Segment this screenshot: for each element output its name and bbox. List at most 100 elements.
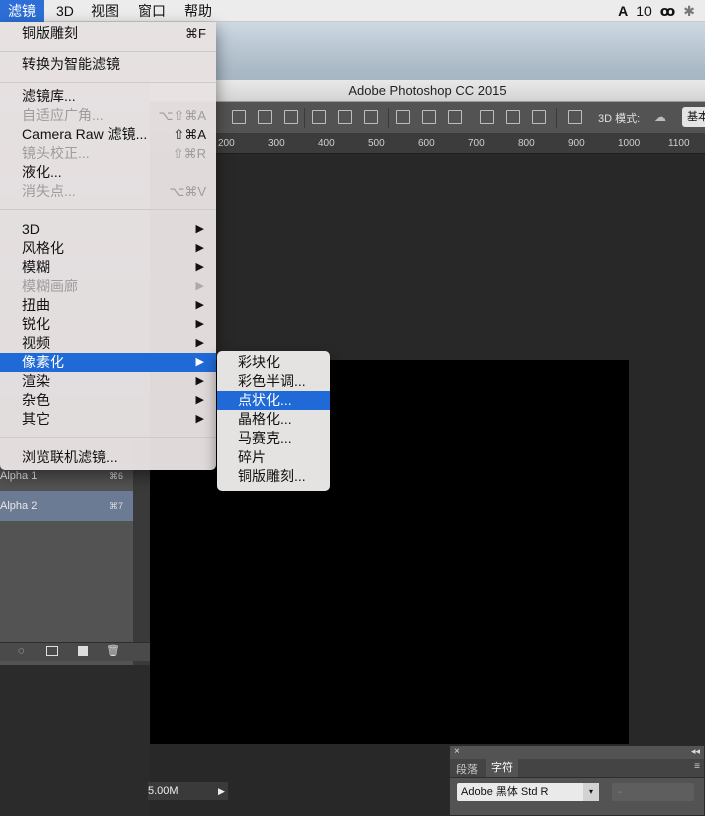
trash-icon[interactable]: 🗑	[106, 644, 120, 657]
close-icon[interactable]: ×	[454, 746, 460, 757]
menubar: 滤镜 3D 视图 窗口 帮助 A 10 ꝏ ✱	[0, 0, 705, 22]
menu-item-blur[interactable]: 模糊 ▶	[0, 258, 216, 277]
chevron-down-icon: ▾	[583, 783, 599, 801]
menu-item-lens-correction[interactable]: 镜头校正... ⇧⌘R	[0, 144, 216, 163]
submenu-arrow-icon: ▶	[195, 242, 204, 254]
menu-item-noise[interactable]: 杂色 ▶	[0, 391, 216, 410]
menubar-status: A 10 ꝏ ✱	[618, 0, 695, 22]
submenu-item-mezzotint[interactable]: 铜版雕刻...	[217, 467, 330, 486]
font-style-select[interactable]: -	[612, 783, 694, 801]
channels-panel-toolbar: ◌ 🗑	[0, 642, 150, 661]
menu-window[interactable]: 窗口	[130, 0, 174, 22]
menu-item-label: 滤镜库...	[22, 88, 76, 104]
menu-item-camera-raw[interactable]: Camera Raw 滤镜... ⇧⌘A	[0, 125, 216, 144]
menu-item-label: 液化...	[22, 164, 62, 180]
adobe-icon[interactable]: A	[618, 3, 628, 19]
menu-item-adaptive-wide-angle[interactable]: 自适应广角... ⌥⇧⌘A	[0, 106, 216, 125]
menu-item-filter-gallery[interactable]: 滤镜库...	[0, 87, 216, 106]
menu-item-stylize[interactable]: 风格化 ▶	[0, 239, 216, 258]
align-center-icon[interactable]	[258, 110, 272, 124]
filter-menu: 铜版雕刻 ⌘F 转换为智能滤镜 滤镜库... 自适应广角... ⌥⇧⌘A Cam…	[0, 22, 216, 470]
distribute-top-icon[interactable]	[396, 110, 410, 124]
distribute-left-icon[interactable]	[480, 110, 494, 124]
menu-item-label: 像素化	[22, 354, 64, 370]
distribute-right-icon[interactable]	[532, 110, 546, 124]
menu-separator	[0, 437, 216, 438]
align-top-icon[interactable]	[312, 110, 326, 124]
submenu-arrow-icon: ▶	[195, 413, 204, 425]
ruler-tick: 1100	[668, 138, 690, 149]
new-channel-icon[interactable]	[78, 646, 88, 656]
font-family-select[interactable]: Adobe 黑体 Std R ▾	[457, 783, 599, 801]
collapse-icon[interactable]: ◂◂	[691, 746, 700, 757]
menu-item-blur-gallery[interactable]: 模糊画廊 ▶	[0, 277, 216, 296]
load-selection-icon[interactable]: ◌	[18, 645, 25, 657]
menu-help[interactable]: 帮助	[176, 0, 220, 22]
ruler-tick: 300	[268, 138, 285, 149]
submenu-item-fragment[interactable]: 碎片	[217, 448, 330, 467]
menu-view[interactable]: 视图	[83, 0, 127, 22]
distribute-center-icon[interactable]	[506, 110, 520, 124]
menu-item-shortcut: ⌘F	[185, 26, 206, 41]
align-bottom-icon[interactable]	[364, 110, 378, 124]
menu-item-pixelate[interactable]: 像素化 ▶	[0, 353, 216, 372]
status-arrow-icon[interactable]: ▶	[218, 782, 225, 800]
channel-label: Alpha 2	[0, 500, 38, 512]
panel-dock-empty	[0, 665, 150, 816]
tab-character[interactable]: 字符	[486, 759, 518, 777]
menu-item-label: 铜版雕刻	[22, 25, 78, 41]
tab-paragraph[interactable]: 段落	[456, 761, 478, 777]
menu-item-shortcut: ⌥⇧⌘A	[158, 108, 206, 123]
submenu-arrow-icon: ▶	[195, 280, 204, 292]
menu-item-last-filter[interactable]: 铜版雕刻 ⌘F	[0, 24, 216, 43]
menu-item-liquify[interactable]: 液化...	[0, 163, 216, 182]
menu-item-convert-smart-filter[interactable]: 转换为智能滤镜	[0, 55, 216, 74]
menu-item-3d[interactable]: 3D ▶	[0, 220, 216, 239]
menu-item-label: 渲染	[22, 373, 50, 389]
channel-shortcut: ⌘7	[108, 501, 123, 511]
align-middle-icon[interactable]	[338, 110, 352, 124]
submenu-arrow-icon: ▶	[195, 318, 204, 330]
menu-item-distort[interactable]: 扭曲 ▶	[0, 296, 216, 315]
font-style-value: -	[618, 786, 622, 798]
menu-filter[interactable]: 滤镜	[0, 0, 44, 22]
submenu-arrow-icon: ▶	[195, 337, 204, 349]
creative-cloud-icon[interactable]: ꝏ	[660, 3, 675, 20]
channel-row-selected[interactable]: Alpha 2 ⌘7	[0, 491, 133, 521]
menu-item-vanishing-point[interactable]: 消失点... ⌥⌘V	[0, 182, 216, 201]
panel-tabs: 段落 字符 ≡	[450, 759, 704, 778]
status-bar: 5.00M ▶	[148, 782, 228, 800]
menu-item-render[interactable]: 渲染 ▶	[0, 372, 216, 391]
distribute-bottom-icon[interactable]	[448, 110, 462, 124]
menu-item-shortcut: ⌥⌘V	[169, 184, 206, 199]
menu-separator	[0, 209, 216, 210]
align-right-icon[interactable]	[284, 110, 298, 124]
submenu-item-crystallize[interactable]: 晶格化...	[217, 410, 330, 429]
auto-align-icon[interactable]	[568, 110, 582, 124]
menu-item-sharpen[interactable]: 锐化 ▶	[0, 315, 216, 334]
notification-count: 10	[636, 3, 652, 19]
menu-3d[interactable]: 3D	[48, 0, 82, 22]
channel-label: Alpha 1	[0, 470, 38, 482]
bluetooth-icon[interactable]: ✱	[683, 3, 695, 20]
menu-item-label: Camera Raw 滤镜...	[22, 126, 148, 142]
submenu-item-facet[interactable]: 彩块化	[217, 353, 330, 372]
align-left-icon[interactable]	[232, 110, 246, 124]
menu-item-video[interactable]: 视频 ▶	[0, 334, 216, 353]
panel-menu-icon[interactable]: ≡	[694, 761, 700, 772]
window-title: Adobe Photoshop CC 2015	[150, 80, 705, 102]
3d-orbit-icon[interactable]: ☁	[654, 110, 672, 124]
save-selection-icon[interactable]	[46, 646, 58, 656]
submenu-item-mosaic[interactable]: 马赛克...	[217, 429, 330, 448]
menu-item-label: 3D	[22, 221, 40, 237]
distribute-middle-icon[interactable]	[422, 110, 436, 124]
submenu-item-pointillize[interactable]: 点状化...	[217, 391, 330, 410]
workspace-button[interactable]: 基本	[682, 107, 705, 127]
menu-item-browse-filters-online[interactable]: 浏览联机滤镜...	[0, 448, 216, 467]
submenu-item-color-halftone[interactable]: 彩色半调...	[217, 372, 330, 391]
submenu-arrow-icon: ▶	[195, 261, 204, 273]
menu-separator	[0, 51, 216, 52]
menu-item-label: 镜头校正...	[22, 145, 90, 161]
submenu-arrow-icon: ▶	[195, 394, 204, 406]
menu-item-other[interactable]: 其它 ▶	[0, 410, 216, 429]
